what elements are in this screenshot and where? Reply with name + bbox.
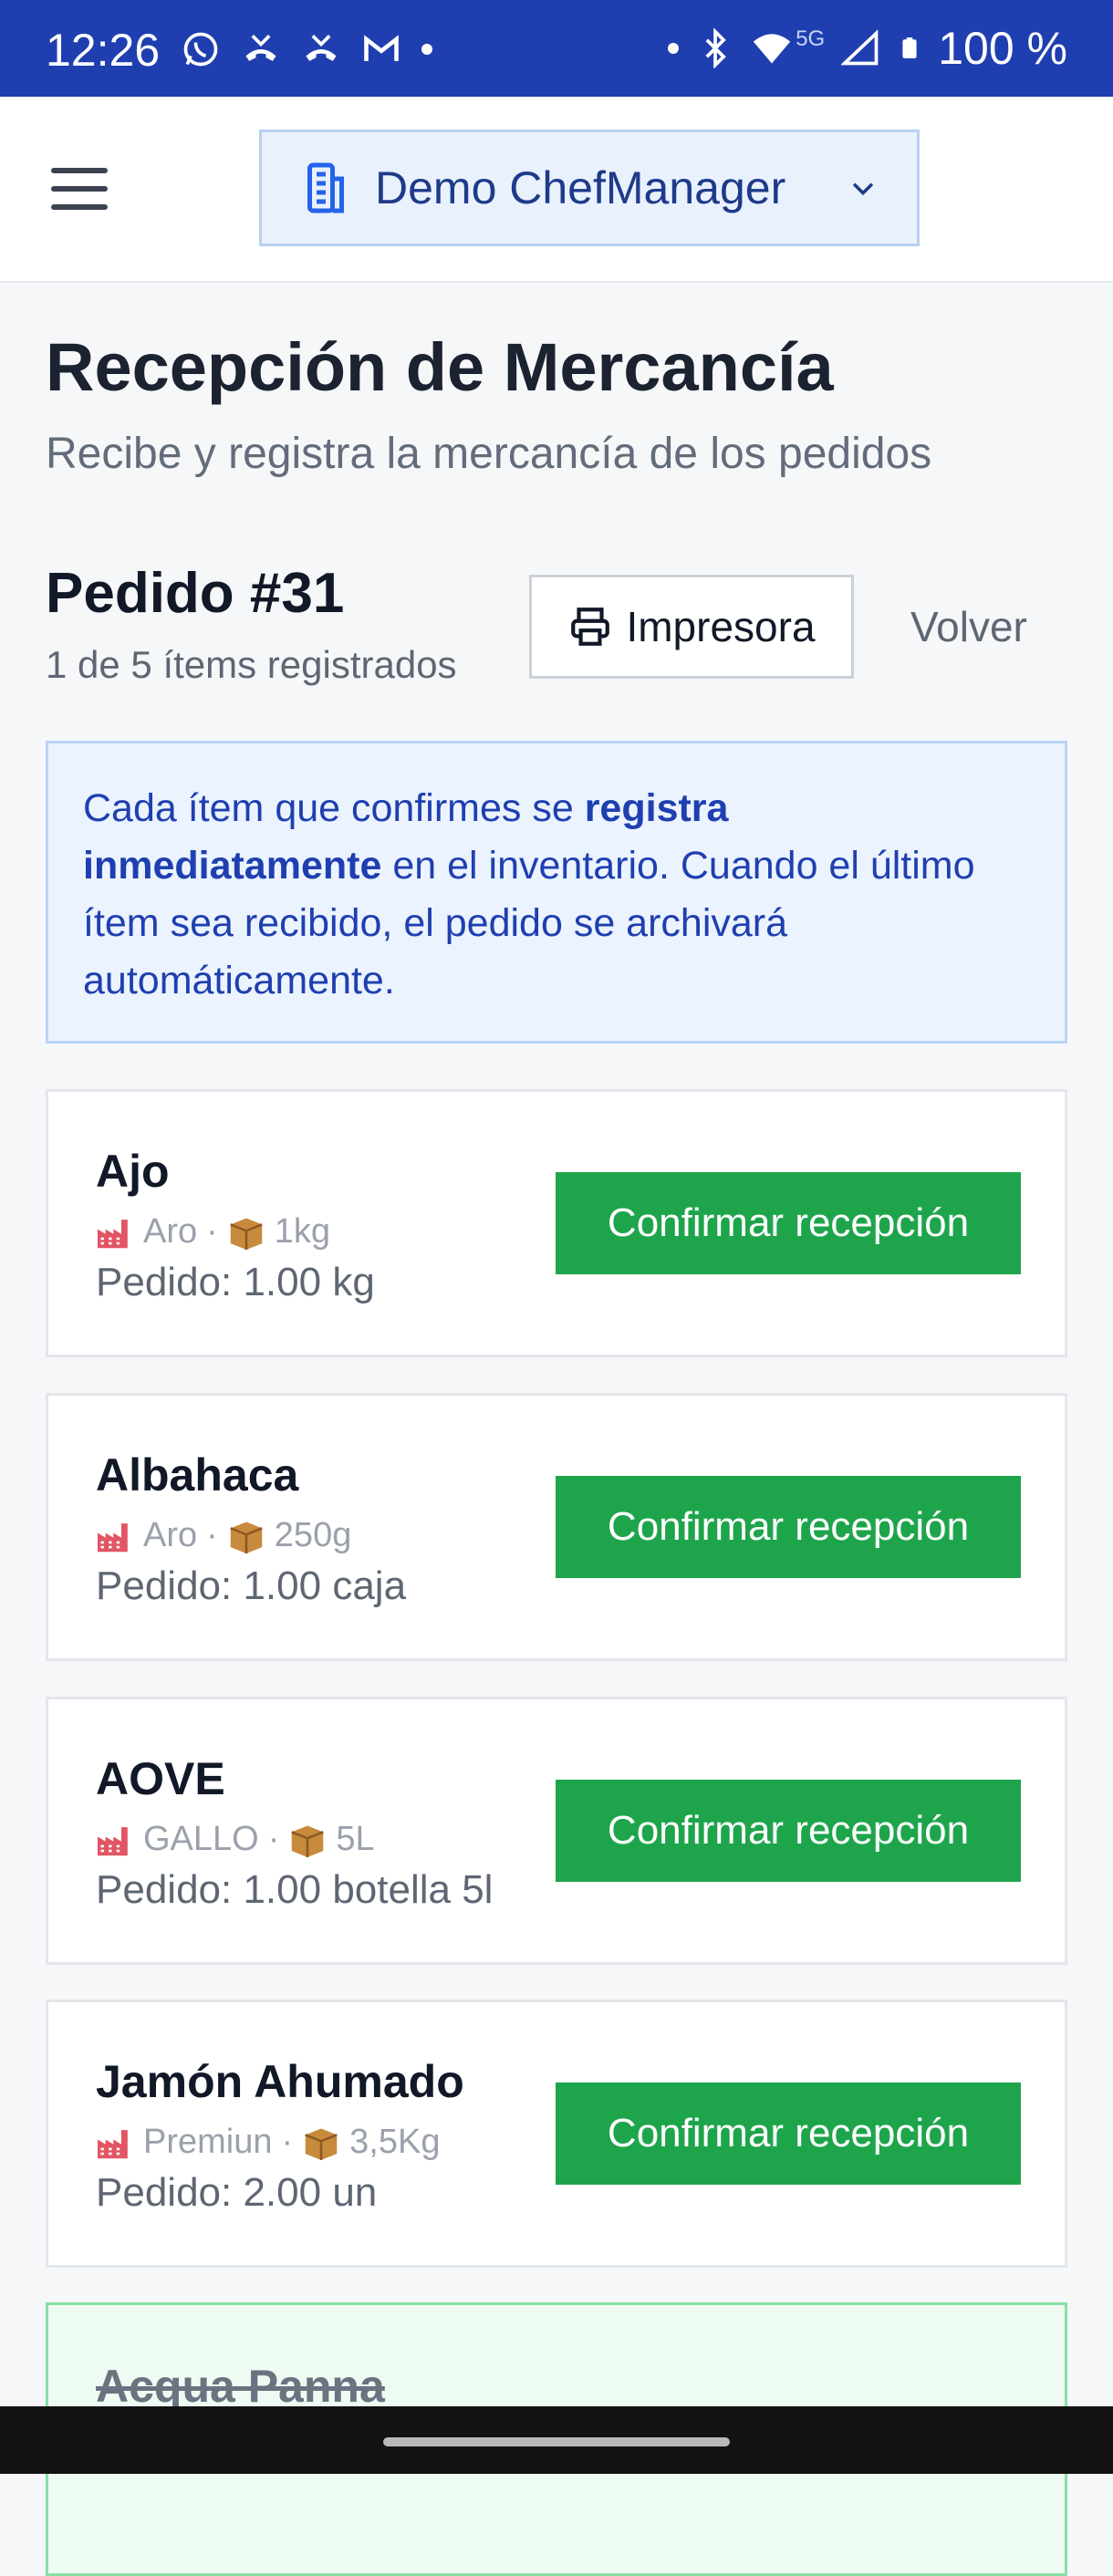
meta-separator: ·: [281, 2123, 294, 2161]
status-bar: 12:26 5G 100 %: [0, 0, 1113, 97]
item-supplier: Aro: [143, 1212, 198, 1251]
item-pack: 5L: [336, 1820, 375, 1858]
printer-button[interactable]: Impresora: [529, 575, 854, 679]
item-card: Jamón Ahumado Premiun · 3,5Kg Pedido: 2.…: [46, 2000, 1067, 2268]
page-title: Recepción de Mercancía: [46, 329, 834, 405]
back-link[interactable]: Volver: [910, 602, 1027, 651]
gmail-icon: [364, 35, 399, 61]
meta-separator: ·: [206, 1516, 218, 1554]
home-gesture-handle[interactable]: [383, 2437, 730, 2446]
item-pack: 1kg: [274, 1212, 331, 1251]
item-pack: 3,5Kg: [349, 2123, 441, 2161]
meta-separator: ·: [206, 1212, 218, 1251]
factory-icon: [98, 2129, 128, 2158]
info-notice: Cada ítem que confirmes se registra inme…: [46, 741, 1067, 1044]
network-label: 5G: [796, 26, 826, 51]
order-progress: 1 de 5 ítems registrados: [46, 643, 457, 686]
item-meta: GALLO · 5L: [96, 1820, 375, 1859]
confirm-reception-button[interactable]: Confirmar recepción: [556, 1780, 1021, 1882]
printer-button-label: Impresora: [626, 603, 816, 650]
status-dot: [668, 43, 680, 54]
item-name: Jamón Ahumado: [96, 2056, 464, 2107]
item-ordered-qty: Pedido: 2.00 un: [96, 2170, 378, 2215]
signal-icon: [841, 29, 879, 66]
notification-icons: [181, 29, 432, 69]
organization-selector[interactable]: Demo ChefManager: [259, 130, 920, 246]
factory-icon: [98, 1219, 128, 1248]
item-meta: Premiun · 3,5Kg: [96, 2123, 440, 2162]
confirm-reception-button[interactable]: Confirmar recepción: [556, 1476, 1021, 1578]
hamburger-icon[interactable]: [51, 168, 108, 210]
confirm-reception-button[interactable]: Confirmar recepción: [556, 1172, 1021, 1274]
system-icons: 5G 100 %: [668, 22, 1067, 75]
chevron-down-icon: [852, 182, 874, 196]
item-supplier: Aro: [143, 1516, 198, 1554]
organization-name: Demo ChefManager: [375, 162, 786, 213]
factory-icon: [98, 1522, 128, 1552]
item-card: Albahaca Aro · 250g Pedido: 1.00 caja Co…: [46, 1393, 1067, 1661]
item-name: AOVE: [96, 1753, 225, 1804]
notification-dot: [421, 44, 432, 55]
whatsapp-icon: [183, 32, 218, 67]
meta-separator: ·: [267, 1820, 280, 1858]
item-ordered-qty: Pedido: 1.00 caja: [96, 1563, 407, 1608]
item-meta: Aro · 250g: [96, 1516, 351, 1555]
missed-call-icon: [306, 35, 337, 61]
battery-level: 100 %: [938, 23, 1067, 74]
item-meta: Aro · 1kg: [96, 1212, 330, 1252]
info-text-1: Cada ítem que confirmes se: [83, 786, 585, 830]
item-pack: 250g: [274, 1516, 352, 1554]
item-name: Albahaca: [96, 1449, 299, 1501]
confirm-reception-button[interactable]: Confirmar recepción: [556, 2083, 1021, 2185]
package-icon: [291, 1824, 325, 1857]
item-ordered-qty: Pedido: 1.00 botella 5l: [96, 1867, 494, 1912]
package-icon: [230, 1217, 263, 1250]
app-header: Demo ChefManager: [0, 97, 1113, 283]
item-supplier: Premiun: [143, 2123, 273, 2161]
system-navigation-bar: [0, 2406, 1113, 2474]
wifi-icon: [754, 34, 791, 64]
battery-icon: [902, 37, 917, 58]
item-card: AOVE GALLO · 5L Pedido: 1.00 botella 5l …: [46, 1697, 1067, 1965]
status-time: 12:26: [46, 25, 161, 76]
page-subtitle: Recibe y registra la mercancía de los pe…: [46, 430, 932, 478]
bluetooth-icon: [705, 28, 726, 68]
item-ordered-qty: Pedido: 1.00 kg: [96, 1260, 375, 1304]
package-icon: [230, 1521, 263, 1553]
missed-call-icon: [245, 35, 276, 61]
building-icon: [307, 162, 344, 213]
package-icon: [305, 2127, 338, 2160]
printer-icon: [571, 608, 610, 646]
order-id: Pedido #31: [46, 562, 345, 625]
factory-icon: [98, 1826, 128, 1855]
item-supplier: GALLO: [143, 1820, 259, 1858]
item-name: Ajo: [96, 1146, 170, 1197]
item-card: Ajo Aro · 1kg Pedido: 1.00 kg Confirmar …: [46, 1089, 1067, 1357]
received-item-name: Acqua Panna: [96, 2361, 385, 2412]
